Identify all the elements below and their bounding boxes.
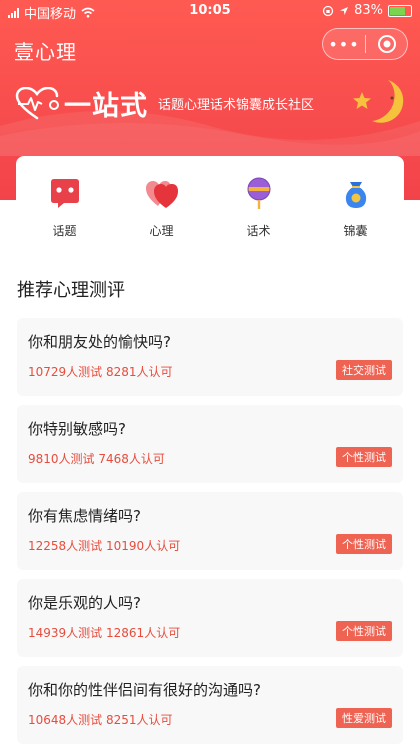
- test-stats: 14939人测试 12861人认可: [28, 624, 180, 641]
- category-speech-label: 话术: [246, 224, 271, 238]
- chat-bubble-icon: [50, 179, 79, 208]
- category-tips-label: 锦囊: [343, 224, 368, 238]
- slogan-big: 一站式: [64, 91, 148, 122]
- category-tips[interactable]: 锦囊: [307, 156, 404, 246]
- test-question: 你特别敏感吗?: [28, 420, 126, 438]
- slogan-small: 话题心理话术锦囊成长社区: [158, 98, 315, 113]
- moon-star-icon: [353, 80, 404, 123]
- category-psychology-label: 心理: [149, 224, 174, 238]
- test-question: 你是乐观的人吗?: [28, 594, 141, 612]
- category-topic[interactable]: 话题: [16, 156, 113, 246]
- test-question: 你有焦虑情绪吗?: [28, 507, 141, 525]
- test-approvals: 10190人认可: [106, 539, 181, 553]
- lollipop-icon: [247, 177, 270, 209]
- test-stats: 10648人测试 8251人认可: [28, 711, 173, 728]
- pouch-icon: [345, 182, 366, 208]
- test-tag: 个性测试: [336, 534, 392, 554]
- test-testers: 10648人测试: [28, 713, 103, 727]
- test-item[interactable]: 你和你的性伴侣间有很好的沟通吗? 10648人测试 8251人认可 性爱测试: [17, 666, 403, 744]
- test-approvals: 12861人认可: [106, 626, 181, 640]
- test-tag: 个性测试: [336, 447, 392, 467]
- test-tag: 个性测试: [336, 621, 392, 641]
- location-icon: [340, 6, 349, 15]
- battery-level: [390, 6, 405, 15]
- test-stats: 9810人测试 7468人认可: [28, 450, 165, 467]
- battery-icon: [388, 4, 412, 17]
- test-testers: 12258人测试: [28, 539, 103, 553]
- category-speech[interactable]: 话术: [210, 156, 307, 246]
- test-question: 你和朋友处的愉快吗?: [28, 333, 171, 351]
- close-miniprogram-button[interactable]: [366, 34, 407, 54]
- miniprogram-capsule: •••: [322, 28, 408, 60]
- category-bar: 话题 心理 话术 锦囊: [16, 156, 404, 246]
- hearts-icon: [145, 181, 178, 208]
- category-psychology[interactable]: 心理: [113, 156, 210, 246]
- test-list: 你和朋友处的愉快吗? 10729人测试 8281人认可 社交测试 你特别敏感吗?…: [17, 318, 403, 753]
- page-title: 壹心理: [14, 40, 77, 64]
- section-title: 推荐心理测评: [17, 280, 125, 301]
- test-tag: 性爱测试: [336, 708, 392, 728]
- status-bar: 中国移动 10:05 83%: [0, 0, 420, 22]
- target-icon: [377, 35, 396, 53]
- test-approvals: 8251人认可: [106, 713, 173, 727]
- test-approvals: 8281人认可: [106, 365, 173, 379]
- test-question: 你和你的性伴侣间有很好的沟通吗?: [28, 681, 261, 699]
- test-stats: 10729人测试 8281人认可: [28, 363, 173, 380]
- test-item[interactable]: 你和朋友处的愉快吗? 10729人测试 8281人认可 社交测试: [17, 318, 403, 396]
- test-testers: 10729人测试: [28, 365, 103, 379]
- test-approvals: 7468人认可: [98, 452, 165, 466]
- test-stats: 12258人测试 10190人认可: [28, 537, 180, 554]
- test-item[interactable]: 你是乐观的人吗? 14939人测试 12861人认可 个性测试: [17, 579, 403, 657]
- slogan: 一站式 话题心理话术锦囊成长社区: [14, 84, 314, 123]
- test-item[interactable]: 你特别敏感吗? 9810人测试 7468人认可 个性测试: [17, 405, 403, 483]
- heart-pulse-icon: [15, 86, 59, 119]
- lock-rotation-icon: [322, 5, 334, 16]
- test-testers: 9810人测试: [28, 452, 95, 466]
- battery-percent: 83%: [354, 3, 383, 18]
- category-topic-label: 话题: [52, 224, 77, 238]
- more-menu-button[interactable]: •••: [323, 35, 365, 54]
- test-tag: 社交测试: [336, 360, 392, 380]
- test-testers: 14939人测试: [28, 626, 103, 640]
- test-item[interactable]: 你有焦虑情绪吗? 12258人测试 10190人认可 个性测试: [17, 492, 403, 570]
